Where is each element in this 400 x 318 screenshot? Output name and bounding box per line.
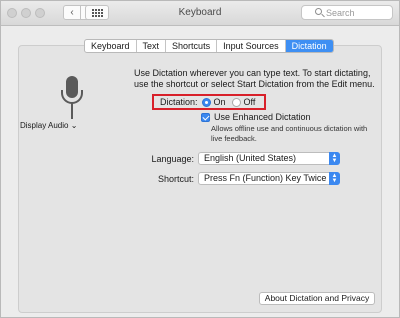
dictation-off-label[interactable]: Off <box>244 97 256 107</box>
tab-bar: Keyboard Text Shortcuts Input Sources Di… <box>84 39 334 53</box>
search-icon <box>315 8 322 15</box>
select-arrows-icon: ▲ ▼ <box>329 172 340 185</box>
language-label: Language: <box>151 154 194 164</box>
tab-input-sources[interactable]: Input Sources <box>217 40 286 52</box>
dictation-off-radio[interactable] <box>231 97 241 107</box>
tab-dictation[interactable]: Dictation <box>285 40 333 52</box>
tab-text[interactable]: Text <box>137 40 167 52</box>
enhanced-dictation-checkbox[interactable] <box>201 112 210 122</box>
dictation-on-radio[interactable] <box>201 97 211 107</box>
microphone-icon <box>59 75 85 121</box>
dictation-toggle-row: Dictation: On Off <box>152 94 266 110</box>
enhanced-dictation-row: Use Enhanced Dictation <box>201 112 311 122</box>
shortcut-label: Shortcut: <box>157 174 194 184</box>
dictation-description: Use Dictation wherever you can type text… <box>134 68 375 89</box>
language-select[interactable]: English (United States) ▲ ▼ <box>198 152 340 165</box>
enhanced-dictation-help: Allows offline use and continuous dictat… <box>211 124 368 143</box>
select-arrows-icon: ▲ ▼ <box>329 152 340 165</box>
language-value: English (United States) <box>204 153 297 163</box>
enhanced-dictation-label[interactable]: Use Enhanced Dictation <box>214 112 311 122</box>
dictation-label: Dictation: <box>160 97 198 107</box>
tab-shortcuts[interactable]: Shortcuts <box>166 40 218 52</box>
shortcut-value: Press Fn (Function) Key Twice <box>204 173 327 183</box>
preferences-window: ‹ › Keyboard Search Keyboard Text Shortc… <box>0 0 400 318</box>
title-bar: ‹ › Keyboard Search <box>1 1 399 26</box>
dictation-on-label[interactable]: On <box>214 97 226 107</box>
about-dictation-button[interactable]: About Dictation and Privacy <box>259 292 375 305</box>
search-placeholder: Search <box>326 7 355 18</box>
input-device-menu[interactable]: Display Audio ⌄ <box>20 121 77 130</box>
tab-keyboard[interactable]: Keyboard <box>85 40 137 52</box>
search-field[interactable]: Search <box>301 5 393 20</box>
shortcut-select[interactable]: Press Fn (Function) Key Twice ▲ ▼ <box>198 172 340 185</box>
